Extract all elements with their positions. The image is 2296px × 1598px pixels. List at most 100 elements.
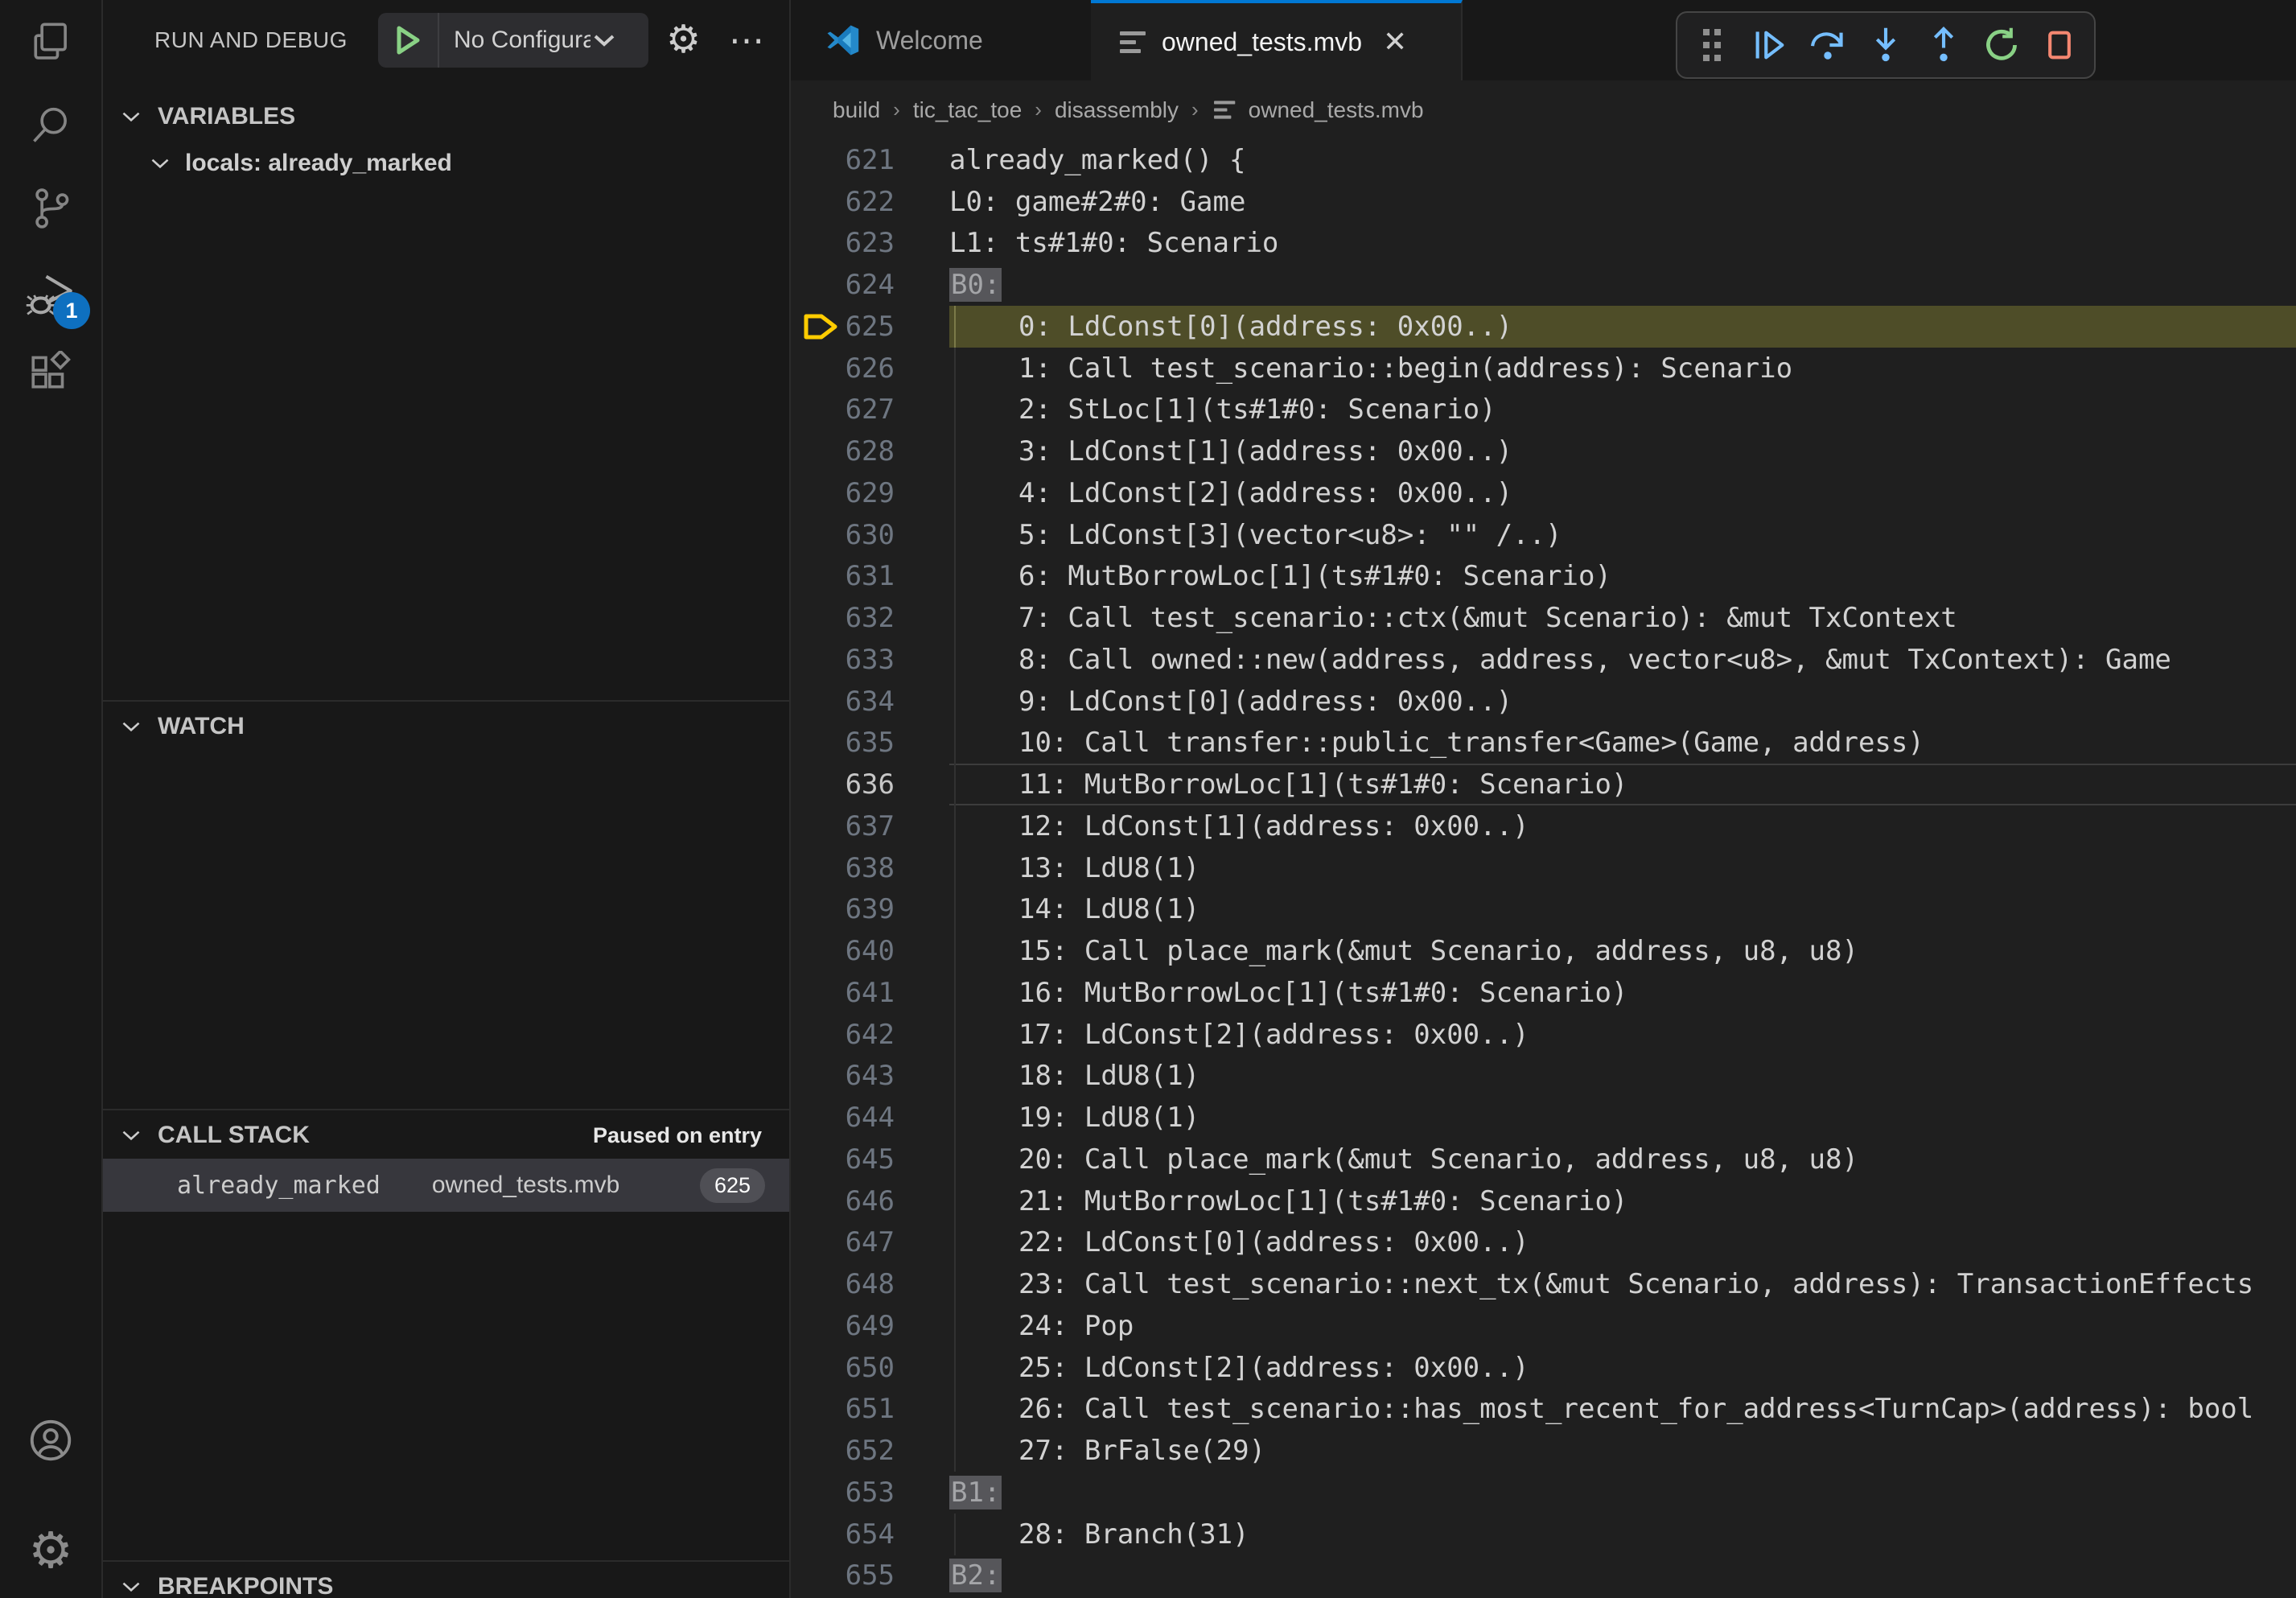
code-line[interactable]: 63914: LdU8(1) <box>791 889 2296 931</box>
variables-section-header[interactable]: VARIABLES <box>103 92 789 142</box>
line-number[interactable]: 639 <box>791 893 895 925</box>
line-number[interactable]: 638 <box>791 852 895 884</box>
line-number[interactable]: 631 <box>791 560 895 592</box>
code-line[interactable]: 63611: MutBorrowLoc[1](ts#1#0: Scenario) <box>791 764 2296 805</box>
step-over-button[interactable] <box>1805 23 1850 68</box>
code-line[interactable]: 65025: LdConst[2](address: 0x00..) <box>791 1347 2296 1389</box>
line-number[interactable]: 627 <box>791 393 895 426</box>
settings-gear-icon[interactable]: ⚙ <box>0 1509 101 1593</box>
code-line[interactable]: 6283: LdConst[1](address: 0x00..) <box>791 430 2296 472</box>
line-number[interactable]: 626 <box>791 352 895 385</box>
line-number[interactable]: 642 <box>791 1019 895 1051</box>
line-number[interactable]: 637 <box>791 810 895 842</box>
code-line[interactable]: 64217: LdConst[2](address: 0x00..) <box>791 1014 2296 1056</box>
call-stack-frame-row[interactable]: already_markedowned_tests.mvb625 <box>103 1159 789 1212</box>
source-control-icon[interactable] <box>0 167 101 250</box>
code-line[interactable]: 6327: Call test_scenario::ctx(&mut Scena… <box>791 597 2296 639</box>
tab-welcome[interactable]: Welcome <box>791 0 1091 80</box>
code-line[interactable]: 6294: LdConst[2](address: 0x00..) <box>791 472 2296 514</box>
line-number[interactable]: 634 <box>791 686 895 718</box>
code-line[interactable]: 621already_marked() { <box>791 139 2296 181</box>
line-number[interactable]: 646 <box>791 1185 895 1217</box>
code-line[interactable]: 64722: LdConst[0](address: 0x00..) <box>791 1222 2296 1264</box>
watch-section-header[interactable]: WATCH <box>103 700 789 752</box>
line-number[interactable]: 640 <box>791 935 895 967</box>
line-number[interactable]: 648 <box>791 1268 895 1300</box>
search-icon[interactable] <box>0 83 101 167</box>
code-line[interactable]: 655B2: <box>791 1555 2296 1597</box>
line-number[interactable]: 636 <box>791 768 895 801</box>
launch-configuration-dropdown[interactable]: No Configura <box>378 13 648 68</box>
code-line[interactable]: 63813: LdU8(1) <box>791 847 2296 889</box>
line-number[interactable]: 621 <box>791 144 895 176</box>
restart-button[interactable] <box>1979 23 2024 68</box>
code-line[interactable]: 622L0: game#2#0: Game <box>791 181 2296 223</box>
editor-code-area[interactable]: 621already_marked() {622L0: game#2#0: Ga… <box>791 139 2296 1598</box>
code-line[interactable]: 65126: Call test_scenario::has_most_rece… <box>791 1389 2296 1431</box>
locals-scope-row[interactable]: locals: already_marked <box>103 138 789 188</box>
code-line[interactable]: 64924: Pop <box>791 1305 2296 1347</box>
breadcrumb-item[interactable]: disassembly <box>1055 97 1179 123</box>
code-line[interactable]: 6316: MutBorrowLoc[1](ts#1#0: Scenario) <box>791 556 2296 598</box>
line-number[interactable]: 645 <box>791 1143 895 1176</box>
code-line[interactable]: 6349: LdConst[0](address: 0x00..) <box>791 681 2296 723</box>
run-and-debug-icon[interactable]: 1 <box>0 253 101 337</box>
code-line[interactable]: 6250: LdConst[0](address: 0x00..) <box>791 306 2296 348</box>
tab-owned-tests[interactable]: owned_tests.mvb ✕ <box>1091 0 1463 80</box>
line-number[interactable]: 632 <box>791 602 895 634</box>
breadcrumb-item[interactable]: tic_tac_toe <box>913 97 1022 123</box>
code-line[interactable]: 64520: Call place_mark(&mut Scenario, ad… <box>791 1139 2296 1180</box>
code-line[interactable]: 65428: Branch(31) <box>791 1514 2296 1555</box>
extensions-icon[interactable] <box>0 332 101 416</box>
breadcrumb-item[interactable]: build <box>833 97 880 123</box>
code-line[interactable]: 64015: Call place_mark(&mut Scenario, ad… <box>791 930 2296 972</box>
start-debugging-button[interactable] <box>378 13 438 68</box>
code-line[interactable]: 623L1: ts#1#0: Scenario <box>791 223 2296 265</box>
line-number[interactable]: 644 <box>791 1102 895 1134</box>
toolbar-drag-grip[interactable] <box>1689 23 1734 68</box>
line-number[interactable]: 654 <box>791 1518 895 1551</box>
line-number[interactable]: 655 <box>791 1559 895 1592</box>
code-line[interactable]: 6305: LdConst[3](vector<u8>: "" /..) <box>791 514 2296 556</box>
code-line[interactable]: 624B0: <box>791 264 2296 306</box>
line-number[interactable]: 651 <box>791 1393 895 1425</box>
line-number[interactable]: 635 <box>791 727 895 759</box>
code-line[interactable]: 64318: LdU8(1) <box>791 1056 2296 1098</box>
continue-button[interactable] <box>1747 23 1792 68</box>
close-tab-icon[interactable]: ✕ <box>1383 25 1407 59</box>
code-line[interactable]: 65227: BrFalse(29) <box>791 1430 2296 1472</box>
code-line[interactable]: 63712: LdConst[1](address: 0x00..) <box>791 805 2296 847</box>
line-number[interactable]: 622 <box>791 186 895 218</box>
code-line[interactable]: 64621: MutBorrowLoc[1](ts#1#0: Scenario) <box>791 1180 2296 1222</box>
more-actions-button[interactable]: ⋯ <box>729 0 767 80</box>
line-number[interactable]: 650 <box>791 1352 895 1384</box>
line-number[interactable]: 647 <box>791 1226 895 1258</box>
breakpoints-section-header[interactable]: BREAKPOINTS <box>103 1560 789 1598</box>
line-number[interactable]: 629 <box>791 477 895 509</box>
code-line[interactable]: 64419: LdU8(1) <box>791 1097 2296 1139</box>
account-icon[interactable] <box>0 1398 101 1482</box>
line-number[interactable]: 624 <box>791 269 895 301</box>
line-number[interactable]: 633 <box>791 644 895 676</box>
code-line[interactable]: 6272: StLoc[1](ts#1#0: Scenario) <box>791 389 2296 431</box>
code-line[interactable]: 6261: Call test_scenario::begin(address)… <box>791 348 2296 389</box>
line-number[interactable]: 641 <box>791 977 895 1009</box>
explorer-icon[interactable] <box>0 0 101 84</box>
call-stack-section-header[interactable]: CALL STACK Paused on entry <box>103 1109 789 1160</box>
code-line[interactable]: 63510: Call transfer::public_transfer<Ga… <box>791 723 2296 764</box>
line-number[interactable]: 652 <box>791 1435 895 1467</box>
line-number[interactable]: 653 <box>791 1477 895 1509</box>
code-line[interactable]: 64823: Call test_scenario::next_tx(&mut … <box>791 1263 2296 1305</box>
step-out-button[interactable] <box>1921 23 1966 68</box>
code-line[interactable]: 64116: MutBorrowLoc[1](ts#1#0: Scenario) <box>791 972 2296 1014</box>
code-line[interactable]: 6338: Call owned::new(address, address, … <box>791 639 2296 681</box>
line-number[interactable]: 623 <box>791 227 895 259</box>
breadcrumb-item[interactable]: owned_tests.mvb <box>1249 97 1424 123</box>
line-number[interactable]: 628 <box>791 435 895 467</box>
code-line[interactable]: 653B1: <box>791 1472 2296 1514</box>
line-number[interactable]: 643 <box>791 1060 895 1092</box>
debug-settings-gear[interactable]: ⚙ <box>666 0 701 80</box>
line-number[interactable]: 630 <box>791 519 895 551</box>
stop-button[interactable] <box>2037 23 2082 68</box>
step-into-button[interactable] <box>1863 23 1908 68</box>
